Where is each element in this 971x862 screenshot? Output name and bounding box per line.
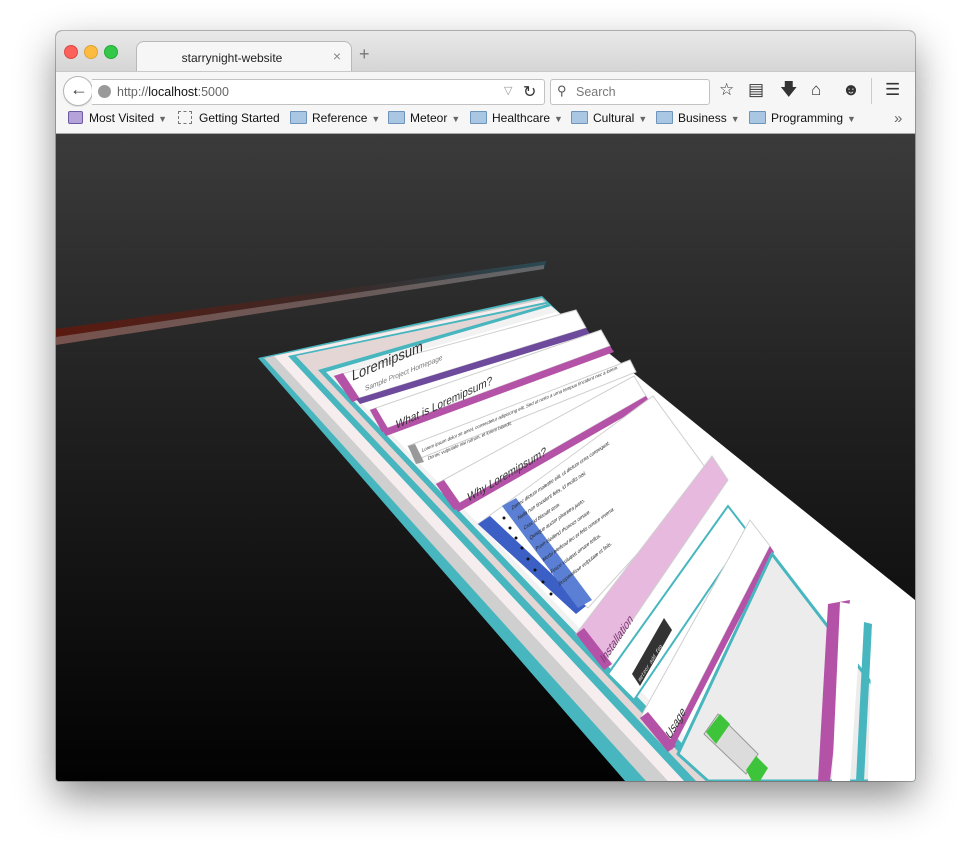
bookmark-meteor[interactable]: Meteor ▼ [388,111,460,129]
bookmark-most-visited[interactable]: Most Visited ▼ [68,111,167,129]
tab-close-icon[interactable]: × [333,48,341,64]
minimize-window-button[interactable] [84,45,98,59]
star-icon[interactable]: ☆ [719,80,734,100]
tab-starrynight-website[interactable]: starrynight-website × [136,41,352,73]
url-host: localhost [148,85,198,99]
page-icon [178,111,192,124]
download-icon[interactable]: 🡇 [780,80,797,100]
new-tab-button[interactable]: + [359,45,370,63]
back-button[interactable]: ← [63,76,93,106]
bookmark-label: Healthcare [492,111,551,125]
home-icon[interactable]: ⌂ [811,80,821,100]
folder-icon [571,111,588,124]
url-bar[interactable]: http://localhost:5000 ▽ ↻ [92,79,545,105]
bookmark-label: Business [678,111,727,125]
folder-icon [388,111,405,124]
folder-icon [749,111,766,124]
3d-scene: Loremipsum Sample Project Homepage What … [56,261,915,781]
search-placeholder: Search [576,85,616,99]
bookmark-cultural[interactable]: Cultural ▼ [571,111,647,129]
chevron-down-icon: ▼ [638,114,648,124]
bookmark-getting-started[interactable]: Getting Started [178,111,280,129]
bookmark-label: Getting Started [199,111,280,125]
search-icon: ⚲ [557,83,567,98]
maximize-window-button[interactable] [104,45,118,59]
reload-icon[interactable]: ↻ [523,82,536,102]
hello-icon[interactable]: ☻ [842,80,860,100]
title-bar: starrynight-website × + [56,31,915,73]
bookmark-programming[interactable]: Programming ▼ [749,111,856,129]
bookmark-reference[interactable]: Reference ▼ [290,111,380,129]
chevron-down-icon: ▼ [158,114,168,124]
bookmark-business[interactable]: Business ▼ [656,111,740,129]
bookmark-healthcare[interactable]: Healthcare ▼ [470,111,563,129]
chevron-down-icon: ▼ [371,114,381,124]
url-text: http://localhost:5000 [117,85,229,99]
bookmark-label: Cultural [593,111,635,125]
reading-list-icon[interactable]: ▤ [748,80,764,100]
bookmark-label: Programming [771,111,844,125]
bookmarks-toolbar: Most Visited ▼ Getting Started Reference ▼… [56,107,915,134]
folder-icon [470,111,487,124]
close-window-button[interactable] [64,45,78,59]
back-arrow-icon: ← [70,79,88,99]
chevron-down-icon: ▼ [451,114,461,124]
bookmark-label: Meteor [410,111,448,125]
search-input[interactable]: ⚲ Search [550,79,710,105]
bookmark-label: Most Visited [89,111,155,125]
bookmark-label: Reference [312,111,368,125]
chevron-down-icon: ▼ [730,114,740,124]
folder-icon [290,111,307,124]
folder-icon [656,111,673,124]
toolbar-separator [871,78,872,104]
url-port: :5000 [197,85,229,99]
overflow-chevron-icon[interactable]: » [894,110,902,127]
tab-title: starrynight-website [181,51,283,65]
webgl-canvas[interactable]: Loremipsum Sample Project Homepage What … [56,134,915,781]
chevron-down-icon: ▼ [554,114,563,124]
navigation-toolbar: ← http://localhost:5000 ▽ ↻ ⚲ Search ☆ ▤… [56,71,915,108]
dropdown-icon[interactable]: ▽ [504,84,512,97]
url-prefix: http:// [117,85,149,99]
globe-icon [98,85,111,98]
most-visited-icon [68,111,83,124]
browser-window: starrynight-website × + ← http://localho… [56,31,915,781]
menu-icon[interactable]: ☰ [885,80,900,100]
chevron-down-icon: ▼ [847,114,856,124]
